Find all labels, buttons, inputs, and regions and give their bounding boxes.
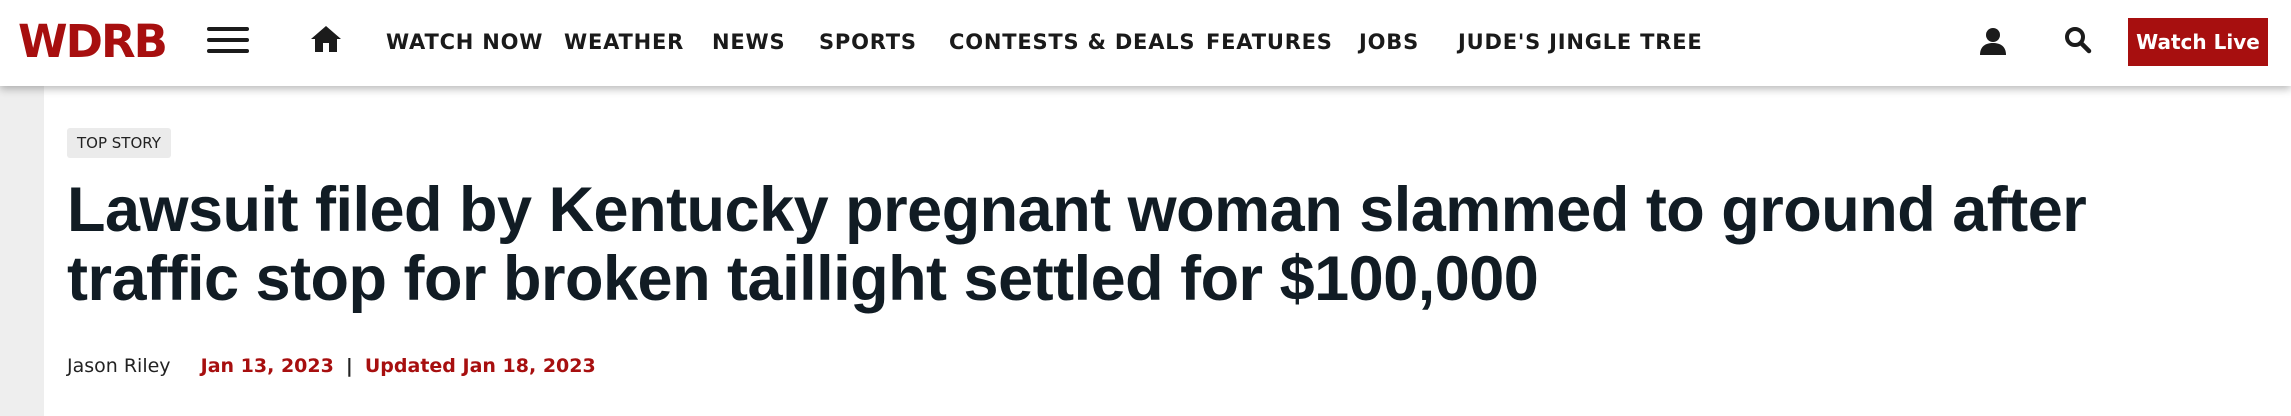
nav-item-judes-jingle-tree[interactable]: JUDE'S JINGLE TREE bbox=[1458, 28, 1703, 56]
article-headline: Lawsuit filed by Kentucky pregnant woman… bbox=[67, 175, 2087, 314]
home-icon[interactable] bbox=[309, 24, 343, 54]
user-icon[interactable] bbox=[1978, 27, 2008, 55]
site-header: WDRB WATCH NOW WEATHER NEWS SPORTS CONTE… bbox=[0, 0, 2291, 86]
nav-item-watch-now[interactable]: WATCH NOW bbox=[386, 28, 543, 56]
nav-item-contests-deals[interactable]: CONTESTS & DEALS bbox=[949, 28, 1195, 56]
nav-item-news[interactable]: NEWS bbox=[712, 28, 785, 56]
updated-date: Updated Jan 18, 2023 bbox=[364, 355, 596, 377]
top-story-badge[interactable]: TOP STORY bbox=[67, 128, 171, 158]
wdrb-logo[interactable]: WDRB bbox=[18, 16, 168, 68]
published-date: Jan 13, 2023 bbox=[200, 355, 334, 377]
article-byline: Jason Riley Jan 13, 2023 | Updated Jan 1… bbox=[67, 352, 596, 380]
watch-live-button[interactable]: Watch Live bbox=[2128, 18, 2268, 66]
hamburger-menu-icon[interactable] bbox=[207, 27, 249, 57]
left-gutter bbox=[0, 86, 44, 416]
date-separator: | bbox=[345, 355, 353, 377]
nav-item-features[interactable]: FEATURES bbox=[1206, 28, 1333, 56]
author-name[interactable]: Jason Riley bbox=[67, 355, 171, 377]
search-icon[interactable] bbox=[2064, 26, 2092, 54]
nav-item-weather[interactable]: WEATHER bbox=[564, 28, 684, 56]
nav-item-jobs[interactable]: JOBS bbox=[1359, 28, 1419, 56]
nav-item-sports[interactable]: SPORTS bbox=[819, 28, 917, 56]
